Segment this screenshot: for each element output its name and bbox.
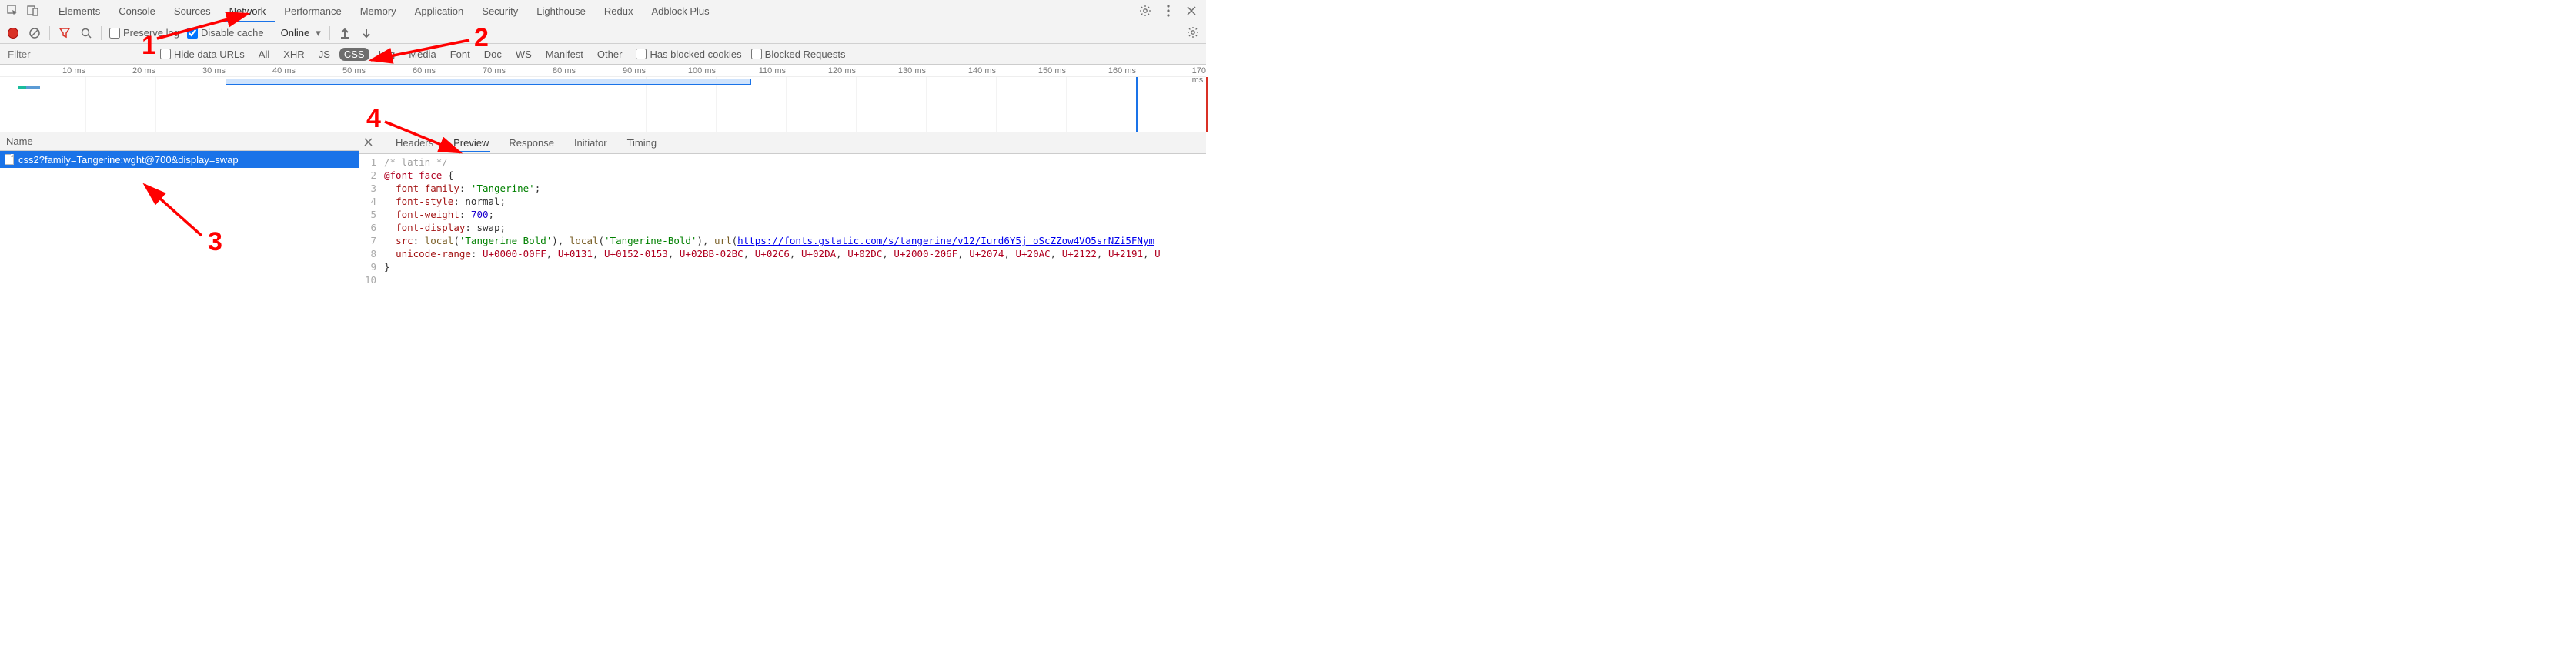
- has-blocked-cookies-label: Has blocked cookies: [650, 49, 741, 60]
- timeline-tick: 140 ms: [968, 66, 996, 75]
- timeline-tick: 90 ms: [623, 66, 646, 75]
- filter-type-js[interactable]: JS: [314, 48, 335, 61]
- tab-network[interactable]: Network: [220, 0, 276, 22]
- search-icon[interactable]: [79, 26, 93, 40]
- timeline-tick: 160 ms: [1108, 66, 1136, 75]
- filter-type-doc[interactable]: Doc: [479, 48, 506, 61]
- tab-security[interactable]: Security: [473, 0, 527, 22]
- gear-icon[interactable]: [1138, 4, 1152, 18]
- timeline-tick: 110 ms: [759, 66, 786, 75]
- network-filter-bar: Hide data URLs All XHR JS CSS Img Media Font Do…: [0, 44, 1206, 65]
- filter-type-media[interactable]: Media: [404, 48, 440, 61]
- filter-type-manifest[interactable]: Manifest: [541, 48, 588, 61]
- filter-type-img[interactable]: Img: [374, 48, 400, 61]
- close-panel-icon[interactable]: [364, 137, 373, 149]
- download-har-icon[interactable]: [359, 26, 373, 40]
- filter-type-ws[interactable]: WS: [511, 48, 536, 61]
- name-column-header[interactable]: Name: [0, 132, 359, 151]
- timeline-bar: [26, 86, 40, 89]
- response-tab-response[interactable]: Response: [507, 134, 556, 152]
- request-row[interactable]: css2?family=Tangerine:wght@700&display=s…: [0, 151, 359, 168]
- filter-type-other[interactable]: Other: [593, 48, 627, 61]
- network-settings-gear-icon[interactable]: [1186, 25, 1200, 39]
- kebab-menu-icon[interactable]: [1161, 4, 1175, 18]
- hide-data-urls-label: Hide data URLs: [174, 49, 245, 60]
- record-button[interactable]: [6, 26, 20, 40]
- tab-performance[interactable]: Performance: [275, 0, 350, 22]
- tab-lighthouse[interactable]: Lighthouse: [527, 0, 595, 22]
- clear-icon[interactable]: [28, 26, 42, 40]
- code-line: 9}: [359, 260, 1206, 273]
- code-preview[interactable]: 1/* latin */2@font-face {3 font-family: …: [359, 154, 1206, 306]
- code-line: 10: [359, 273, 1206, 286]
- timeline-tick: 20 ms: [132, 66, 155, 75]
- timeline-selection[interactable]: [226, 79, 751, 85]
- code-line: 3 font-family: 'Tangerine';: [359, 182, 1206, 195]
- devtools-tab-bar: ElementsConsoleSourcesNetworkPerformance…: [0, 0, 1206, 22]
- request-name: css2?family=Tangerine:wght@700&display=s…: [18, 154, 239, 166]
- filter-type-all[interactable]: All: [254, 48, 274, 61]
- inspect-element-icon[interactable]: [6, 4, 20, 18]
- response-tab-timing[interactable]: Timing: [626, 134, 659, 152]
- upload-har-icon[interactable]: [338, 26, 352, 40]
- timeline-tick: 50 ms: [342, 66, 366, 75]
- code-line: 6 font-display: swap;: [359, 221, 1206, 234]
- tab-adblock-plus[interactable]: Adblock Plus: [642, 0, 718, 22]
- response-tab-headers[interactable]: Headers: [394, 134, 435, 152]
- tab-elements[interactable]: Elements: [49, 0, 109, 22]
- filter-type-font[interactable]: Font: [446, 48, 475, 61]
- disable-cache-checkbox[interactable]: Disable cache: [187, 27, 264, 39]
- timeline-tick: 10 ms: [62, 66, 85, 75]
- tab-sources[interactable]: Sources: [165, 0, 220, 22]
- blocked-requests-checkbox[interactable]: Blocked Requests: [751, 49, 846, 60]
- code-line: 1/* latin */: [359, 156, 1206, 169]
- code-line: 4 font-style: normal;: [359, 195, 1206, 208]
- response-tab-preview[interactable]: Preview: [452, 134, 490, 152]
- file-icon: [5, 154, 14, 165]
- code-line: 5 font-weight: 700;: [359, 208, 1206, 221]
- timeline-tick: 130 ms: [898, 66, 926, 75]
- preserve-log-label: Preserve log: [123, 27, 179, 39]
- tab-redux[interactable]: Redux: [595, 0, 643, 22]
- timeline-tick: 60 ms: [413, 66, 436, 75]
- timeline-tick: 80 ms: [553, 66, 576, 75]
- code-line: 2@font-face {: [359, 169, 1206, 182]
- timeline-bar: [18, 86, 26, 89]
- tab-memory[interactable]: Memory: [351, 0, 406, 22]
- filter-type-xhr[interactable]: XHR: [279, 48, 309, 61]
- code-line: 8 unicode-range: U+0000-00FF, U+0131, U+…: [359, 247, 1206, 260]
- device-toggle-icon[interactable]: [26, 4, 40, 18]
- chevron-down-icon: ▾: [316, 27, 321, 39]
- response-panel: Headers Preview Response Initiator Timing 1/…: [359, 132, 1206, 306]
- request-list: Name css2?family=Tangerine:wght@700&disp…: [0, 132, 359, 306]
- tab-application[interactable]: Application: [406, 0, 473, 22]
- timeline-tick: 100 ms: [688, 66, 716, 75]
- timeline-tick: 150 ms: [1038, 66, 1066, 75]
- preserve-log-checkbox[interactable]: Preserve log: [109, 27, 179, 39]
- throttling-select[interactable]: Online ▾: [280, 26, 322, 40]
- timeline-marker: [1206, 77, 1208, 132]
- has-blocked-cookies-checkbox[interactable]: Has blocked cookies: [636, 49, 741, 60]
- blocked-requests-label: Blocked Requests: [765, 49, 846, 60]
- response-tab-initiator[interactable]: Initiator: [573, 134, 609, 152]
- tab-console[interactable]: Console: [109, 0, 165, 22]
- close-icon[interactable]: [1184, 4, 1198, 18]
- timeline-overview[interactable]: 10 ms 20 ms 30 ms 40 ms 50 ms 60 ms 70 ms 80 ms…: [0, 65, 1206, 132]
- filter-input[interactable]: [5, 46, 151, 62]
- timeline-marker: [1136, 77, 1138, 132]
- filter-funnel-icon[interactable]: [58, 26, 72, 40]
- timeline-tick: 30 ms: [202, 66, 226, 75]
- network-toolbar: Preserve log Disable cache Online ▾: [0, 22, 1206, 44]
- code-line: 7 src: local('Tangerine Bold'), local('T…: [359, 234, 1206, 247]
- throttle-value: Online: [281, 27, 310, 39]
- timeline-tick: 40 ms: [272, 66, 296, 75]
- filter-type-css[interactable]: CSS: [339, 48, 369, 61]
- disable-cache-label: Disable cache: [201, 27, 264, 39]
- timeline-tick: 70 ms: [483, 66, 506, 75]
- hide-data-urls-checkbox[interactable]: Hide data URLs: [160, 49, 245, 60]
- timeline-tick: 120 ms: [828, 66, 856, 75]
